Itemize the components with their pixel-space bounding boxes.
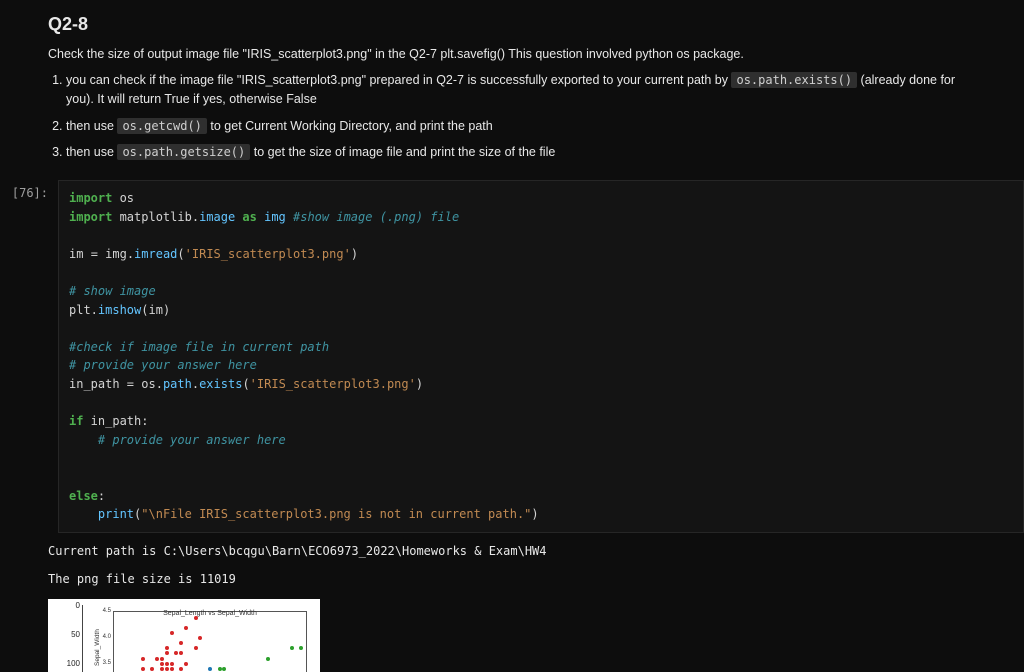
scatter-point [170, 631, 174, 635]
scatter-point [184, 662, 188, 666]
step-3: then use os.path.getsize() to get the si… [66, 143, 976, 162]
scatter-point [165, 651, 169, 655]
step-1: you can check if the image file "IRIS_sc… [66, 71, 976, 109]
scatter-point [155, 657, 159, 661]
input-prompt: [76]: [0, 180, 58, 200]
code-os-path-getsize: os.path.getsize() [117, 144, 250, 160]
scatter-point [218, 667, 222, 671]
scatter-point [141, 667, 145, 671]
step-2: then use os.getcwd() to get Current Work… [66, 117, 976, 136]
scatter-point [194, 646, 198, 650]
outer-ytick: 0 [76, 601, 80, 610]
instruction-list: you can check if the image file "IRIS_sc… [66, 71, 976, 162]
scatter-point [290, 646, 294, 650]
scatter-point [141, 657, 145, 661]
scatter-point [208, 667, 212, 671]
scatter-axes: Sepal_Length vs Sepal_Width Sepal_Length… [113, 611, 307, 672]
scatter-point [174, 651, 178, 655]
inner-ytick: 3.5 [103, 660, 111, 666]
code-editor[interactable]: import os import matplotlib.image as img… [58, 180, 1024, 533]
code-os-path-exists: os.path.exists() [731, 72, 857, 88]
scatter-point [222, 667, 226, 671]
scatter-point [160, 662, 164, 666]
scatter-point [198, 636, 202, 640]
outer-ytick: 100 [67, 659, 80, 668]
markdown-cell: Q2-8 Check the size of output image file… [0, 0, 1024, 180]
scatter-point [170, 667, 174, 671]
chart-ylabel: Sepal_Width [94, 630, 101, 667]
scatter-point [299, 646, 303, 650]
scatter-point [165, 667, 169, 671]
output-plot: Sepal_Length vs Sepal_Width Sepal_Length… [48, 599, 320, 672]
scatter-point [150, 667, 154, 671]
scatter-point [165, 646, 169, 650]
inner-ytick: 4.5 [103, 608, 111, 614]
scatter-point [160, 657, 164, 661]
output-line-size: The png file size is 11019 [48, 569, 1024, 589]
scatter-point [179, 641, 183, 645]
scatter-point [170, 662, 174, 666]
imshow-axes: Sepal_Length vs Sepal_Width Sepal_Length… [82, 605, 313, 672]
scatter-point [184, 626, 188, 630]
scatter-point [179, 651, 183, 655]
code-cell: [76]: import os import matplotlib.image … [0, 180, 1024, 533]
scatter-point [165, 662, 169, 666]
scatter-point [194, 616, 198, 620]
code-os-getcwd: os.getcwd() [117, 118, 206, 134]
inner-ytick: 4.0 [103, 634, 111, 640]
chart-title: Sepal_Length vs Sepal_Width [114, 610, 306, 617]
scatter-point [179, 667, 183, 671]
output-line-path: Current path is C:\Users\bcqgu\Barn\ECO6… [48, 541, 1024, 561]
question-intro: Check the size of output image file "IRI… [48, 47, 976, 61]
scatter-point [160, 667, 164, 671]
stdout-output: Current path is C:\Users\bcqgu\Barn\ECO6… [48, 541, 1024, 590]
scatter-point [266, 657, 270, 661]
question-heading: Q2-8 [48, 14, 976, 35]
outer-ytick: 50 [71, 630, 80, 639]
